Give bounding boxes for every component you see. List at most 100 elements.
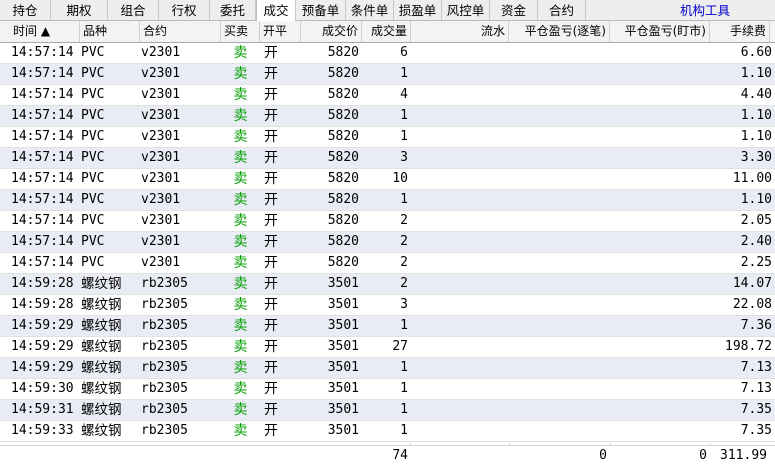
col-pnl-close-daily[interactable]: 平仓盈亏(盯市) — [610, 21, 710, 42]
tab-trades[interactable]: 成交 — [256, 0, 296, 22]
cell-side: 卖 — [233, 171, 248, 187]
cell-time: 14:59:28 — [11, 276, 74, 291]
col-time[interactable]: 时间 ▲ — [10, 21, 80, 42]
col-pnl-close-mark[interactable]: 平仓盈亏(逐笔) — [509, 21, 610, 42]
tab-bar: 持仓 期权 组合 行权 委托 成交 预备单 条件单 损盈单 风控单 资金 合约 … — [0, 0, 775, 22]
cell-qty: 1 — [400, 66, 408, 81]
cell-variety: 螺纹钢 — [81, 360, 122, 376]
cell-qty: 2 — [400, 234, 408, 249]
tab-contracts[interactable]: 合约 — [538, 0, 586, 21]
table-row[interactable]: 14:57:14 PVC v2301 卖开 5820 2 2.05 — [0, 211, 775, 232]
cell-contract: v2301 — [141, 108, 181, 123]
cell-contract: v2301 — [141, 171, 181, 186]
cell-openclose: 开 — [264, 171, 278, 187]
tab-positions[interactable]: 持仓 — [0, 0, 51, 21]
tab-stop-orders[interactable]: 损盈单 — [394, 0, 442, 21]
cell-side: 卖 — [233, 108, 248, 124]
cell-time: 14:57:14 — [11, 255, 74, 270]
cell-qty: 3 — [400, 297, 408, 312]
table-row[interactable]: 14:59:30 螺纹钢 rb2305 卖开 3501 1 7.13 — [0, 379, 775, 400]
table-row[interactable]: 14:57:14 PVC v2301 卖开 5820 1 1.10 — [0, 127, 775, 148]
table-row[interactable]: 14:59:29 螺纹钢 rb2305 卖开 3501 1 7.36 — [0, 316, 775, 337]
col-qty[interactable]: 成交量 — [362, 21, 411, 42]
cell-contract: rb2305 — [141, 423, 188, 438]
cell-time: 14:59:29 — [11, 339, 74, 354]
cell-contract: v2301 — [141, 87, 181, 102]
total-pnl-close-daily: 0 — [699, 448, 707, 463]
cell-contract: rb2305 — [141, 318, 188, 333]
cell-time: 14:57:14 — [11, 234, 74, 249]
col-flow[interactable]: 流水 — [411, 21, 509, 42]
cell-price: 3501 — [327, 339, 359, 354]
tab-institution-tools[interactable]: 机构工具 — [660, 0, 750, 21]
cell-side: 卖 — [233, 276, 248, 292]
tab-combo[interactable]: 组合 — [108, 0, 159, 21]
table-row[interactable]: 14:57:14 PVC v2301 卖开 5820 3 3.30 — [0, 148, 775, 169]
table-row[interactable]: 14:57:14 PVC v2301 卖开 5820 1 1.10 — [0, 106, 775, 127]
cell-variety: PVC — [81, 150, 105, 165]
cell-time: 14:59:33 — [11, 423, 74, 438]
cell-contract: v2301 — [141, 66, 181, 81]
cell-price: 3501 — [327, 423, 359, 438]
cell-qty: 2 — [400, 255, 408, 270]
table-row[interactable]: 14:59:29 螺纹钢 rb2305 卖开 3501 27 198.72 — [0, 337, 775, 358]
cell-contract: v2301 — [141, 192, 181, 207]
tab-options[interactable]: 期权 — [51, 0, 108, 21]
table-row[interactable]: 14:57:14 PVC v2301 卖开 5820 2 2.25 — [0, 253, 775, 274]
table-row[interactable]: 14:59:29 螺纹钢 rb2305 卖开 3501 1 7.13 — [0, 358, 775, 379]
col-price[interactable]: 成交价 — [301, 21, 362, 42]
cell-contract: v2301 — [141, 255, 181, 270]
tab-prepared-orders[interactable]: 预备单 — [296, 0, 346, 21]
tab-conditional-orders[interactable]: 条件单 — [346, 0, 394, 21]
cell-price: 3501 — [327, 381, 359, 396]
cell-side: 卖 — [233, 129, 248, 145]
cell-fee: 4.40 — [740, 87, 772, 102]
tab-exercise[interactable]: 行权 — [159, 0, 210, 21]
cell-variety: 螺纹钢 — [81, 318, 122, 334]
cell-qty: 1 — [400, 423, 408, 438]
cell-qty: 2 — [400, 213, 408, 228]
cell-side: 卖 — [233, 297, 248, 313]
cell-side: 卖 — [233, 234, 248, 250]
tab-risk-orders[interactable]: 风控单 — [442, 0, 490, 21]
cell-side: 卖 — [233, 360, 248, 376]
table-row[interactable]: 14:57:14 PVC v2301 卖开 5820 6 6.60 — [0, 43, 775, 64]
totals-row: 74 0 0 311.99 — [0, 445, 775, 466]
cell-time: 14:59:30 — [11, 381, 74, 396]
tab-funds[interactable]: 资金 — [490, 0, 538, 21]
table-row[interactable]: 14:57:14 PVC v2301 卖开 5820 10 11.00 — [0, 169, 775, 190]
table-row[interactable]: 14:59:28 螺纹钢 rb2305 卖开 3501 2 14.07 — [0, 274, 775, 295]
cell-price: 3501 — [327, 276, 359, 291]
cell-openclose: 开 — [264, 234, 278, 250]
cell-contract: v2301 — [141, 213, 181, 228]
cell-price: 5820 — [327, 150, 359, 165]
cell-time: 14:57:14 — [11, 87, 74, 102]
table-row[interactable]: 14:57:14 PVC v2301 卖开 5820 1 1.10 — [0, 64, 775, 85]
col-openclose[interactable]: 开平 — [260, 21, 301, 42]
cell-variety: 螺纹钢 — [81, 339, 122, 355]
cell-openclose: 开 — [264, 381, 278, 397]
table-row[interactable]: 14:57:14 PVC v2301 卖开 5820 1 1.10 — [0, 190, 775, 211]
table-row[interactable]: 14:59:28 螺纹钢 rb2305 卖开 3501 3 22.08 — [0, 295, 775, 316]
cell-contract: rb2305 — [141, 297, 188, 312]
cell-openclose: 开 — [264, 318, 278, 334]
cell-variety: PVC — [81, 87, 105, 102]
table-row[interactable]: 14:57:14 PVC v2301 卖开 5820 4 4.40 — [0, 85, 775, 106]
tab-orders[interactable]: 委托 — [210, 0, 256, 21]
col-variety[interactable]: 品种 — [80, 21, 140, 42]
cell-fee: 198.72 — [725, 339, 772, 354]
cell-contract: rb2305 — [141, 381, 188, 396]
cell-time: 14:57:14 — [11, 192, 74, 207]
cell-side: 卖 — [233, 423, 248, 439]
table-row[interactable]: 14:59:31 螺纹钢 rb2305 卖开 3501 1 7.35 — [0, 400, 775, 421]
table-row[interactable]: 14:57:14 PVC v2301 卖开 5820 2 2.40 — [0, 232, 775, 253]
col-fee[interactable]: 手续费 — [710, 21, 770, 42]
col-contract[interactable]: 合约 — [140, 21, 221, 42]
cell-price: 3501 — [327, 318, 359, 333]
cell-qty: 2 — [400, 276, 408, 291]
col-side[interactable]: 买卖 — [221, 21, 260, 42]
cell-fee: 2.05 — [740, 213, 772, 228]
cell-price: 5820 — [327, 108, 359, 123]
cell-contract: rb2305 — [141, 360, 188, 375]
table-row[interactable]: 14:59:33 螺纹钢 rb2305 卖开 3501 1 7.35 — [0, 421, 775, 442]
